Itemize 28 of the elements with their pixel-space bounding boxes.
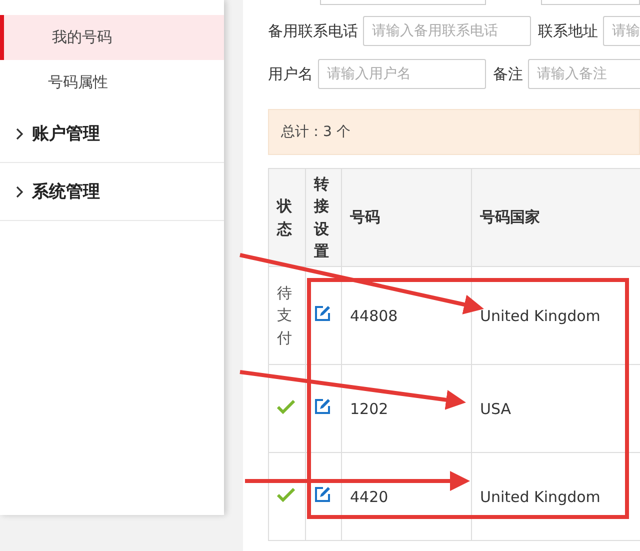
edit-icon[interactable]	[314, 305, 331, 322]
sidebar-group[interactable]: 系统管理	[0, 163, 224, 221]
check-icon	[277, 400, 295, 414]
field-label: 备用联系电话	[268, 22, 358, 40]
input-field[interactable]: 请输入备注	[528, 59, 640, 89]
sidebar-item[interactable]: 号码属性	[0, 60, 224, 105]
column-header: 转接设置	[306, 168, 342, 266]
status-cell: 待支付	[268, 266, 306, 364]
input-field[interactable]: 请输	[603, 16, 640, 46]
input-field[interactable]	[320, 0, 486, 5]
field-label: 备注	[493, 64, 523, 84]
edit-icon[interactable]	[314, 398, 331, 415]
column-header: 号码	[342, 168, 472, 266]
number-cell: 4420	[342, 452, 472, 540]
field-label: 用户名	[268, 64, 313, 84]
field-label: 联系地址	[538, 22, 598, 40]
sidebar-item[interactable]: 我的号码	[0, 15, 224, 60]
sidebar-group[interactable]: 账户管理	[0, 105, 224, 163]
input-field[interactable]: 请输入用户名	[318, 59, 486, 89]
check-icon	[277, 488, 295, 502]
input-field[interactable]	[541, 0, 640, 5]
column-header: 状态	[268, 168, 306, 266]
input-field[interactable]: 请输入备用联系电话	[363, 16, 531, 46]
total-count: 总计：3 个	[268, 109, 640, 155]
column-header: 号码国家	[472, 168, 640, 266]
number-cell: 44808	[342, 266, 472, 364]
number-cell: 1202	[342, 364, 472, 452]
edit-icon[interactable]	[314, 486, 331, 503]
